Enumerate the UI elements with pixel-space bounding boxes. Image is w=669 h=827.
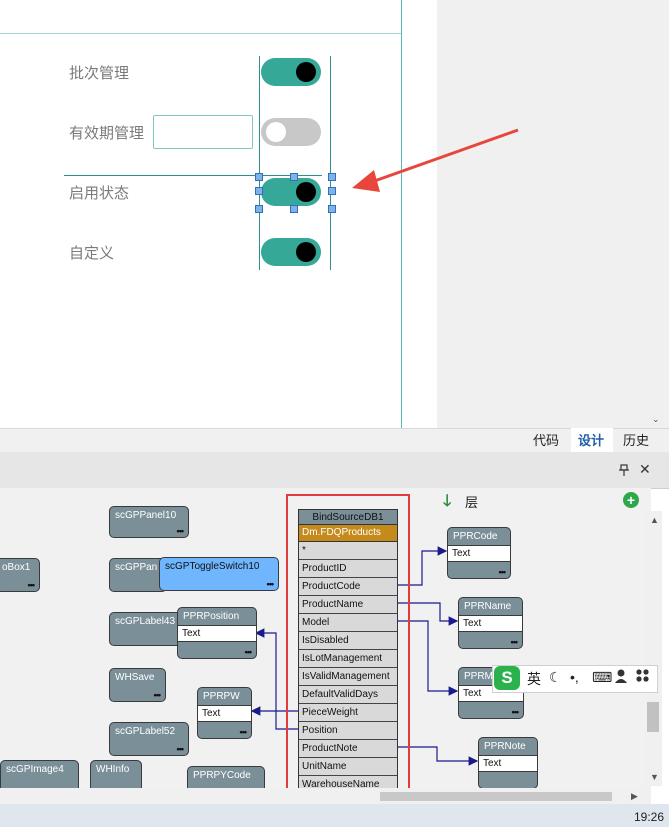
more-icon[interactable]: •••	[177, 744, 185, 754]
vertical-scroll-thumb[interactable]	[647, 702, 659, 732]
component-title: scGPToggleSwitch10	[165, 561, 260, 572]
designer-margin	[437, 0, 669, 428]
tab-design[interactable]: 设计	[578, 430, 604, 449]
selection-guide-line	[64, 175, 322, 176]
field-label-batch: 批次管理	[69, 65, 130, 82]
user-icon[interactable]	[615, 669, 627, 686]
component-property: Text	[459, 615, 522, 632]
component-whsave[interactable]: WHSave •••	[109, 668, 166, 702]
scroll-down-icon[interactable]: ⌄	[652, 414, 660, 425]
keyboard-icon[interactable]: ⌨	[592, 669, 612, 686]
more-icon[interactable]: •••	[499, 567, 507, 577]
component-title: PPRPW	[203, 691, 240, 702]
moon-icon[interactable]: ☾	[549, 669, 562, 686]
component-title: scGPPanel10	[115, 510, 177, 521]
component-toggle-switch10[interactable]: scGPToggleSwitch10 •••	[159, 557, 279, 591]
component-combobox1[interactable]: oBox1 •••	[0, 558, 40, 592]
component-title: oBox1	[2, 562, 31, 573]
component-title: scGPLabel52	[115, 726, 176, 737]
component-title: PPRPYCode	[193, 770, 251, 781]
resize-handle[interactable]	[290, 173, 298, 181]
resize-handle[interactable]	[328, 187, 336, 195]
resize-handle[interactable]	[328, 173, 336, 181]
more-icon[interactable]: •••	[177, 526, 185, 536]
structure-pane-header	[0, 452, 669, 489]
more-icon[interactable]: •••	[28, 580, 36, 590]
designer-vertical-scrollbar[interactable]	[651, 0, 669, 428]
more-icon[interactable]: •••	[240, 727, 248, 737]
more-icon[interactable]: •••	[154, 690, 162, 700]
form-top-border	[0, 33, 401, 34]
toggle-knob	[296, 62, 316, 82]
horizontal-scroll-thumb[interactable]	[380, 792, 612, 801]
more-icon[interactable]: •••	[267, 579, 275, 589]
component-property: Text	[448, 545, 510, 562]
field-label-status: 启用状态	[69, 185, 130, 202]
scroll-down-icon[interactable]: ▼	[650, 772, 659, 782]
component-title: WHSave	[115, 672, 155, 683]
component-pprname[interactable]: PPRName Text •••	[458, 597, 523, 649]
toggle-validity-management[interactable]	[261, 118, 321, 146]
component-pprnote[interactable]: PPRNote Text	[478, 737, 538, 789]
validity-days-input[interactable]	[153, 115, 253, 149]
pin-icon[interactable]	[619, 464, 629, 479]
punctuation-icon[interactable]: •,	[570, 669, 579, 685]
component-title: WHInfo	[96, 764, 130, 775]
scroll-right-icon[interactable]: ▶	[631, 791, 638, 802]
component-title: scGPPan	[115, 562, 158, 573]
component-ppr-position[interactable]: PPRPosition Text •••	[177, 607, 257, 659]
resize-handle[interactable]	[255, 205, 263, 213]
annotation-arrow-icon	[352, 128, 519, 192]
tab-code[interactable]: 代码	[533, 430, 559, 449]
toggle-knob	[266, 122, 286, 142]
component-pprcode[interactable]: PPRCode Text •••	[447, 527, 511, 579]
tab-history[interactable]: 历史	[623, 430, 649, 449]
component-title: PPRCode	[453, 531, 498, 542]
ime-language-toggle[interactable]: 英	[527, 669, 541, 689]
component-title: scGPImage4	[6, 764, 64, 775]
component-panel10[interactable]: scGPPanel10 •••	[109, 506, 189, 538]
resize-handle[interactable]	[290, 205, 298, 213]
taskbar-clock[interactable]: 19:26	[634, 810, 664, 824]
grid-icon[interactable]	[636, 669, 649, 685]
field-label-validity: 有效期管理	[69, 125, 145, 142]
component-pprpw[interactable]: PPRPW Text •••	[197, 687, 252, 739]
toggle-knob	[296, 182, 316, 202]
resize-handle[interactable]	[255, 187, 263, 195]
annotation-highlight-box	[286, 494, 410, 800]
form-right-border	[401, 0, 402, 428]
more-icon[interactable]: •••	[511, 637, 519, 647]
component-title: PPRPosition	[183, 611, 240, 622]
resize-handle[interactable]	[255, 173, 263, 181]
component-property: Text	[178, 625, 256, 642]
component-title: PPRNote	[484, 741, 526, 752]
toggle-enabled-status[interactable]	[261, 178, 321, 206]
diagram-vertical-scrollbar[interactable]	[645, 511, 662, 786]
more-icon[interactable]: •••	[512, 707, 520, 717]
toggle-custom[interactable]	[261, 238, 321, 266]
sogou-logo-icon[interactable]: S	[494, 666, 520, 690]
resize-handle[interactable]	[328, 205, 336, 213]
component-property: Text	[198, 705, 251, 722]
field-label-custom: 自定义	[69, 245, 115, 262]
view-tabs-bar	[0, 428, 669, 453]
component-property: Text	[479, 755, 537, 772]
toggle-batch-management[interactable]	[261, 58, 321, 86]
windows-taskbar	[0, 804, 669, 827]
selection-guide-right	[330, 56, 331, 270]
component-title: PPRName	[464, 601, 512, 612]
toggle-knob	[296, 242, 316, 262]
selection-guide-left	[259, 56, 260, 270]
more-icon[interactable]: •••	[245, 647, 253, 657]
close-pane-button[interactable]: ✕	[639, 461, 651, 478]
scroll-up-icon[interactable]: ▲	[650, 515, 659, 525]
component-label52[interactable]: scGPLabel52 •••	[109, 722, 189, 756]
